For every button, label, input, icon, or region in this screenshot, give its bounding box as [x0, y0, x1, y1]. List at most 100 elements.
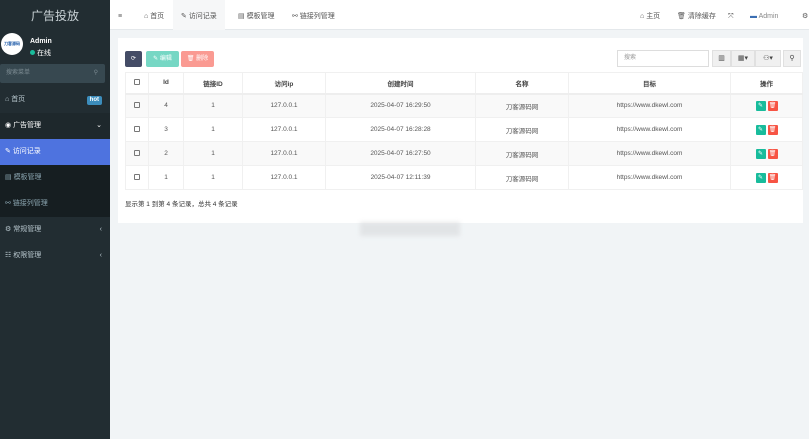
- placeholder: 搜索: [624, 55, 637, 61]
- cell-created: 2025-04-07 16:28:28: [325, 117, 476, 142]
- toggle-view-button[interactable]: ▥: [712, 50, 731, 67]
- cell-ip: 127.0.0.1: [242, 93, 326, 118]
- settings-icon[interactable]: ⚙: [802, 0, 808, 30]
- hot-badge: hot: [86, 96, 102, 105]
- edit-row-button[interactable]: ✎: [755, 124, 766, 135]
- user-menu[interactable]: ▬ Admin: [750, 0, 778, 30]
- edit-row-button[interactable]: ✎: [755, 172, 766, 183]
- online-dot-icon: [30, 50, 35, 55]
- user-name: Admin: [30, 38, 52, 45]
- menu-toggle-icon[interactable]: ≡: [118, 0, 122, 30]
- col-id[interactable]: Id: [148, 72, 184, 95]
- chevron-down-icon: ⌄: [96, 122, 102, 129]
- sidebar: 广告投放 刀客源码 Admin 在线 搜索菜单 ⚲ ⌂ 首页 hot ◉ 广告管理 ⌄…: [0, 0, 110, 439]
- advanced-search-button[interactable]: ⚲: [783, 50, 801, 67]
- tab-templates[interactable]: ▤ 模板管理: [234, 0, 279, 30]
- row-actions: ✎ 🗑: [730, 117, 803, 142]
- delete-row-button[interactable]: 🗑: [767, 124, 778, 135]
- cell-ip: 127.0.0.1: [242, 165, 326, 190]
- cell-ip: 127.0.0.1: [242, 117, 326, 142]
- row-actions: ✎ 🗑: [730, 93, 803, 118]
- table-row[interactable]: 1 1 127.0.0.1 2025-04-07 12:11:39 刀客源码网 https…: [125, 165, 803, 190]
- cell-target: https://www.dkewl.com: [568, 117, 731, 142]
- col-actions: 操作: [730, 72, 803, 95]
- cell-created: 2025-04-07 16:27:50: [325, 141, 476, 166]
- table-row[interactable]: 2 1 127.0.0.1 2025-04-07 16:27:50 刀客源码网 https…: [125, 141, 803, 166]
- delete-row-button[interactable]: 🗑: [767, 172, 778, 183]
- table-row[interactable]: 3 1 127.0.0.1 2025-04-07 16:28:28 刀客源码网 https…: [125, 117, 803, 142]
- label: 首页: [11, 96, 26, 103]
- label: 链接列管理: [12, 200, 48, 207]
- table-row[interactable]: 4 1 127.0.0.1 2025-04-07 16:29:50 刀客源码网 https…: [125, 93, 803, 118]
- edit-row-button[interactable]: ✎: [755, 148, 766, 159]
- label: 编辑: [159, 56, 172, 62]
- sidebar-item-general[interactable]: ⚙ 常规管理 ‹: [0, 217, 110, 243]
- delete-button[interactable]: 🗑 删除: [181, 51, 214, 67]
- label: 访问记录: [188, 13, 217, 20]
- sidebar-item-visits[interactable]: ✎ 访问记录: [0, 139, 110, 165]
- sidebar-item-ads[interactable]: ◉ 广告管理 ⌄: [0, 113, 110, 139]
- col-link-id[interactable]: 链接ID: [183, 72, 243, 95]
- label: 链接列管理: [299, 13, 335, 20]
- row-checkbox[interactable]: [125, 117, 149, 142]
- cell-name: 刀客源码网: [475, 93, 569, 118]
- sidebar-item-home[interactable]: ⌂ 首页 hot: [0, 87, 110, 113]
- menu-search-input[interactable]: 搜索菜单 ⚲: [0, 64, 105, 83]
- topbar: ≡ ⌂ 首页 ✎ 访问记录 ▤ 模板管理 ⚯ 链接列管理 ⌂ 主页 🗑 清除缓存…: [110, 0, 809, 30]
- tab-visits[interactable]: ✎ 访问记录: [173, 0, 225, 30]
- edit-button[interactable]: ✎ 编辑: [146, 51, 179, 67]
- clear-cache-link[interactable]: 🗑 清除缓存: [677, 0, 716, 30]
- row-actions: ✎ 🗑: [730, 141, 803, 166]
- col-ip[interactable]: 访问ip: [242, 72, 326, 95]
- watermark: [360, 222, 460, 236]
- search-input[interactable]: 搜索: [617, 50, 709, 67]
- fullscreen-icon[interactable]: ⤧: [728, 0, 734, 30]
- cell-link_id: 1: [183, 93, 243, 118]
- col-created[interactable]: 创建时间: [325, 72, 476, 95]
- columns-dropdown[interactable]: ▦▾: [731, 50, 755, 67]
- search-placeholder: 搜索菜单: [6, 70, 31, 76]
- cell-target: https://www.dkewl.com: [568, 165, 731, 190]
- data-table: Id 链接ID 访问ip 创建时间 名称 目标 操作 4 1 127.0.0.1 20…: [125, 72, 803, 190]
- status-label: 在线: [37, 50, 51, 57]
- user-logo-icon: ▬: [750, 13, 757, 20]
- cell-id: 4: [148, 93, 184, 118]
- submenu: ✎ 访问记录 ▤ 模板管理 ⚯ 链接列管理: [0, 139, 110, 217]
- cell-id: 1: [148, 165, 184, 190]
- cell-created: 2025-04-07 12:11:39: [325, 165, 476, 190]
- label: 删除: [196, 56, 209, 62]
- tab-links[interactable]: ⚯ 链接列管理: [288, 0, 339, 30]
- cell-name: 刀客源码网: [475, 141, 569, 166]
- row-checkbox[interactable]: [125, 141, 149, 166]
- sidebar-menu: ⌂ 首页 hot ◉ 广告管理 ⌄ ✎ 访问记录 ▤ 模板管理 ⚯ 链接列管理 ⚙ …: [0, 87, 110, 269]
- cell-ip: 127.0.0.1: [242, 141, 326, 166]
- delete-row-button[interactable]: 🗑: [767, 100, 778, 111]
- col-name[interactable]: 名称: [475, 72, 569, 95]
- user-status: 在线: [30, 48, 51, 58]
- label: Admin: [758, 13, 779, 20]
- cell-name: 刀客源码网: [475, 117, 569, 142]
- sidebar-item-templates[interactable]: ▤ 模板管理: [0, 165, 110, 191]
- label: 权限管理: [13, 252, 42, 259]
- label: 首页: [150, 13, 165, 20]
- label: 模板管理: [13, 174, 42, 181]
- sidebar-item-permissions[interactable]: ☷ 权限管理 ‹: [0, 243, 110, 269]
- sidebar-item-links[interactable]: ⚯ 链接列管理: [0, 191, 110, 217]
- row-actions: ✎ 🗑: [730, 165, 803, 190]
- row-checkbox[interactable]: [125, 165, 149, 190]
- select-all-checkbox[interactable]: [125, 72, 149, 95]
- tab-home[interactable]: ⌂ 首页: [140, 0, 168, 30]
- delete-row-button[interactable]: 🗑: [767, 148, 778, 159]
- label: 广告管理: [13, 122, 42, 129]
- search-icon: ⚲: [93, 70, 98, 76]
- row-checkbox[interactable]: [125, 93, 149, 118]
- home-link[interactable]: ⌂ 主页: [640, 0, 660, 30]
- label: 清除缓存: [687, 13, 716, 20]
- refresh-button[interactable]: ⟳: [125, 51, 142, 67]
- col-target[interactable]: 目标: [568, 72, 731, 95]
- avatar: 刀客源码: [1, 33, 23, 55]
- cell-link_id: 1: [183, 117, 243, 142]
- label: 访问记录: [12, 148, 41, 155]
- export-dropdown[interactable]: ⚇▾: [755, 50, 781, 67]
- edit-row-button[interactable]: ✎: [755, 100, 766, 111]
